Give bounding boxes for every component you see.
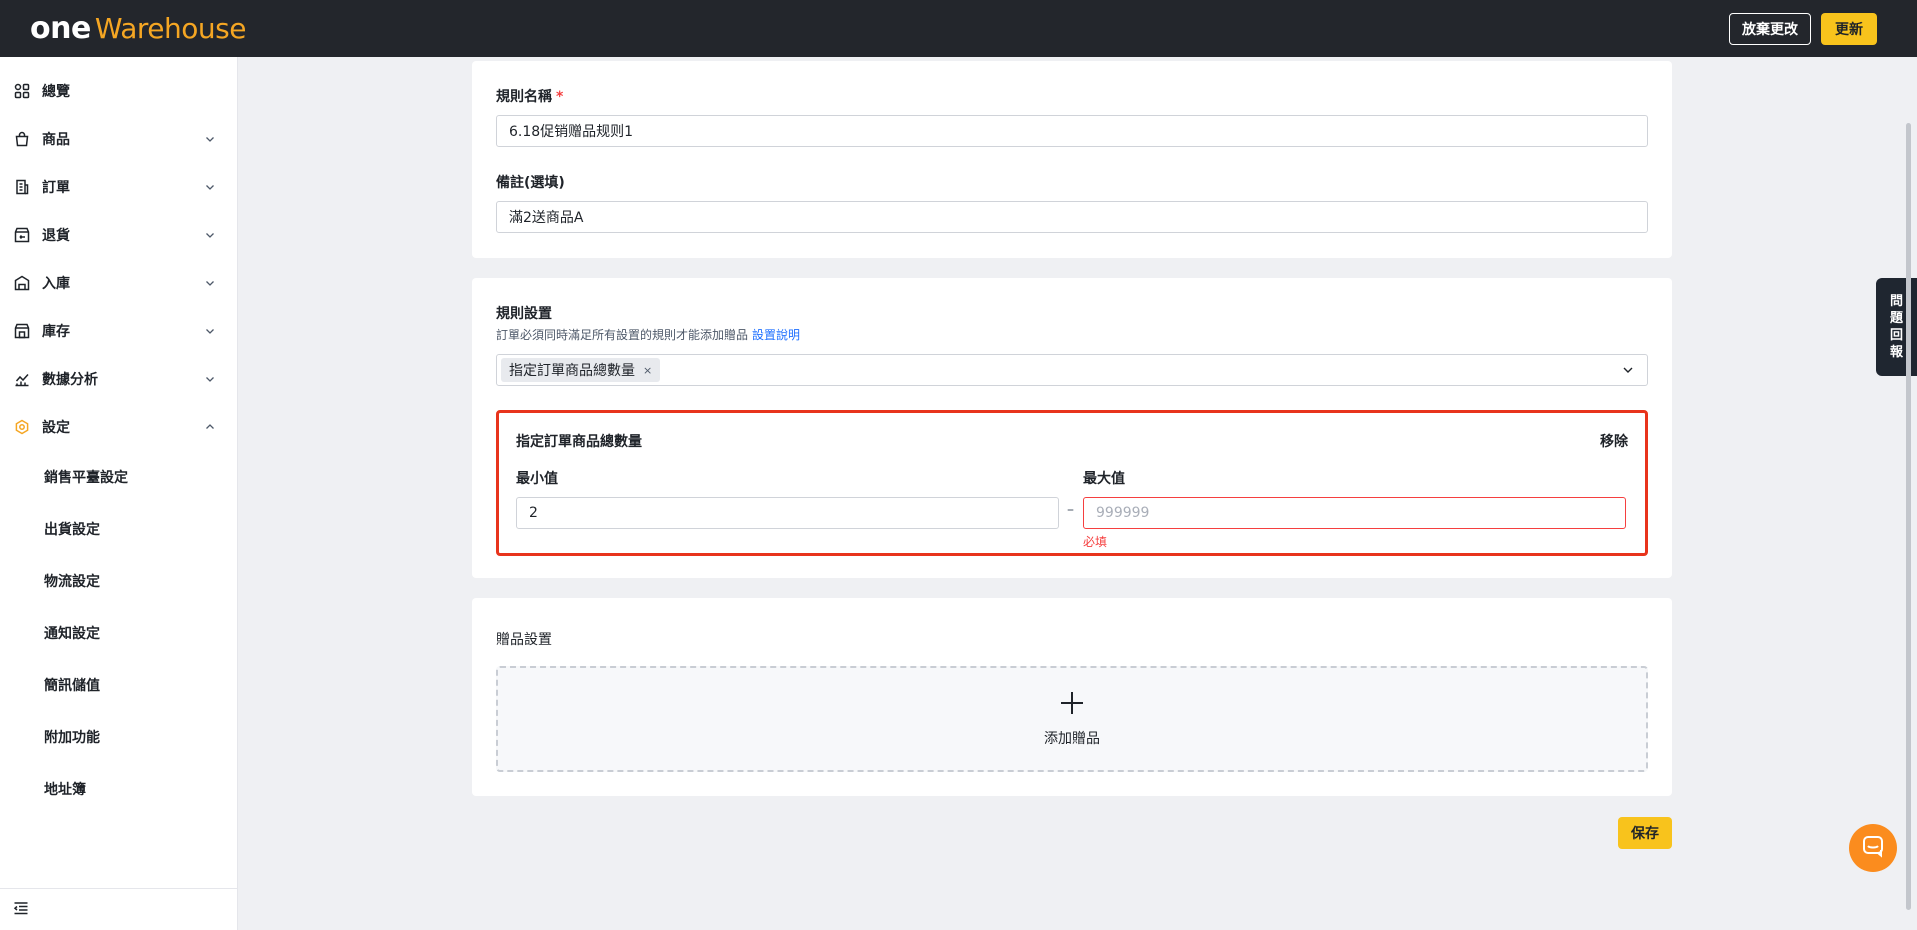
required-mark: *	[556, 89, 564, 105]
sidebar-item-label: 設定	[42, 420, 70, 436]
chevron-down-icon	[203, 180, 217, 194]
rule-quantity-box: 指定訂單商品總數量 移除 最小值 最大值 2 – 999999 必填	[496, 410, 1648, 556]
save-button[interactable]: 保存	[1618, 817, 1672, 849]
inbound-icon	[14, 275, 30, 291]
feedback-char: 回	[1889, 328, 1903, 343]
remove-rule-button[interactable]: 移除	[1600, 431, 1628, 451]
sidebar-item-label: 數據分析	[42, 372, 98, 388]
sidebar-item-settings[interactable]: 設定	[0, 403, 237, 451]
sidebar-item-label: 庫存	[42, 324, 70, 340]
sidebar-subitem-notifications[interactable]: 通知設定	[0, 607, 237, 659]
note-input[interactable]: 滿2送商品A	[496, 201, 1648, 233]
chat-icon	[1861, 834, 1885, 862]
chevron-down-icon	[203, 228, 217, 242]
sidebar-item-label: 入庫	[42, 276, 70, 292]
range-separator: –	[1067, 502, 1074, 518]
rule-type-select[interactable]: 指定訂單商品總數量 ×	[496, 354, 1648, 386]
sidebar-item-orders[interactable]: 訂單	[0, 163, 237, 211]
sidebar-item-label: 訂單	[42, 180, 70, 196]
sidebar-subitem-sales-platform[interactable]: 銷售平臺設定	[0, 451, 237, 503]
rule-settings-hint: 訂單必須同時滿足所有設置的規則才能添加贈品 設置說明	[496, 326, 800, 343]
settings-icon	[14, 419, 30, 435]
page-scrollbar[interactable]	[1906, 123, 1911, 910]
top-bar: one Warehouse 放棄更改 更新	[0, 0, 1917, 57]
rule-name-label: 規則名稱 *	[496, 86, 563, 106]
min-value-text: 2	[529, 505, 538, 521]
gift-settings-title: 贈品設置	[496, 632, 552, 648]
sidebar: 總覽 商品 訂單 退貨 入庫 庫存 數據分析 設定 銷售平臺設定 出貨設定 物流…	[0, 57, 238, 930]
plus-icon	[1059, 690, 1085, 720]
sidebar-item-overview[interactable]: 總覽	[0, 67, 237, 115]
sidebar-item-label: 總覽	[42, 84, 70, 100]
add-gift-button[interactable]: 添加贈品	[496, 666, 1648, 772]
app-logo[interactable]: one Warehouse	[30, 11, 246, 46]
settings-help-link[interactable]: 設置說明	[752, 328, 800, 342]
note-value: 滿2送商品A	[509, 210, 584, 226]
sidebar-subitem-sms-topup[interactable]: 簡訊儲值	[0, 659, 237, 711]
return-box-icon	[14, 227, 30, 243]
rule-box-title: 指定訂單商品總數量	[516, 434, 642, 450]
sidebar-subitem-shipping[interactable]: 出貨設定	[0, 503, 237, 555]
chevron-down-icon	[203, 132, 217, 146]
rule-settings-title: 規則設置	[496, 306, 552, 322]
collapse-menu-icon[interactable]	[13, 900, 29, 920]
chevron-down-icon	[203, 372, 217, 386]
sidebar-item-inventory[interactable]: 庫存	[0, 307, 237, 355]
logo-warehouse-text: Warehouse	[94, 12, 247, 45]
chevron-down-icon	[203, 276, 217, 290]
update-button[interactable]: 更新	[1821, 12, 1877, 45]
max-value-error: 必填	[1083, 535, 1108, 549]
sidebar-item-analytics[interactable]: 數據分析	[0, 355, 237, 403]
basic-info-card: 規則名稱 * 6.18促销赠品规则1 備註(選填) 滿2送商品A	[472, 61, 1672, 258]
max-value-label: 最大值	[1083, 471, 1125, 487]
sidebar-item-products[interactable]: 商品	[0, 115, 237, 163]
rule-settings-card: 規則設置 訂單必須同時滿足所有設置的規則才能添加贈品 設置說明 指定訂單商品總數量…	[472, 278, 1672, 578]
discard-changes-button[interactable]: 放棄更改	[1729, 12, 1811, 45]
sidebar-item-inbound[interactable]: 入庫	[0, 259, 237, 307]
min-value-label: 最小值	[516, 471, 558, 487]
feedback-char: 題	[1889, 311, 1903, 326]
chevron-down-icon	[1621, 363, 1635, 377]
max-value-input[interactable]: 999999	[1083, 497, 1626, 529]
chat-button[interactable]	[1849, 824, 1897, 872]
rule-name-value: 6.18促销赠品规则1	[509, 124, 634, 140]
selected-rule-tag: 指定訂單商品總數量 ×	[501, 358, 661, 382]
feedback-char: 報	[1889, 345, 1903, 360]
dashboard-icon	[14, 83, 30, 99]
analytics-icon	[14, 371, 30, 387]
receipt-icon	[14, 179, 30, 195]
sidebar-item-returns[interactable]: 退貨	[0, 211, 237, 259]
sidebar-subitem-address-book[interactable]: 地址簿	[0, 763, 237, 815]
rule-name-input[interactable]: 6.18促销赠品规则1	[496, 115, 1648, 147]
selected-rule-tag-text: 指定訂單商品總數量	[509, 363, 635, 379]
add-gift-label: 添加贈品	[1044, 731, 1100, 747]
max-value-placeholder: 999999	[1096, 505, 1150, 521]
sidebar-subitem-logistics[interactable]: 物流設定	[0, 555, 237, 607]
sidebar-subitem-addons[interactable]: 附加功能	[0, 711, 237, 763]
shopping-bag-icon	[14, 131, 30, 147]
chevron-up-icon	[203, 420, 217, 434]
chevron-down-icon	[203, 324, 217, 338]
min-value-input[interactable]: 2	[516, 497, 1059, 529]
rule-settings-hint-text: 訂單必須同時滿足所有設置的規則才能添加贈品	[496, 328, 749, 342]
sidebar-item-label: 退貨	[42, 228, 70, 244]
logo-one-text: one	[30, 11, 91, 46]
inventory-icon	[14, 323, 30, 339]
sidebar-item-label: 商品	[42, 132, 70, 148]
sidebar-footer	[0, 888, 237, 930]
header-actions: 放棄更改 更新	[1729, 12, 1877, 45]
note-label: 備註(選填)	[496, 175, 565, 191]
rule-name-label-text: 規則名稱	[496, 89, 552, 105]
tag-close-icon[interactable]: ×	[643, 364, 652, 377]
feedback-char: 問	[1889, 294, 1903, 309]
gift-settings-card: 贈品設置 添加贈品	[472, 598, 1672, 796]
